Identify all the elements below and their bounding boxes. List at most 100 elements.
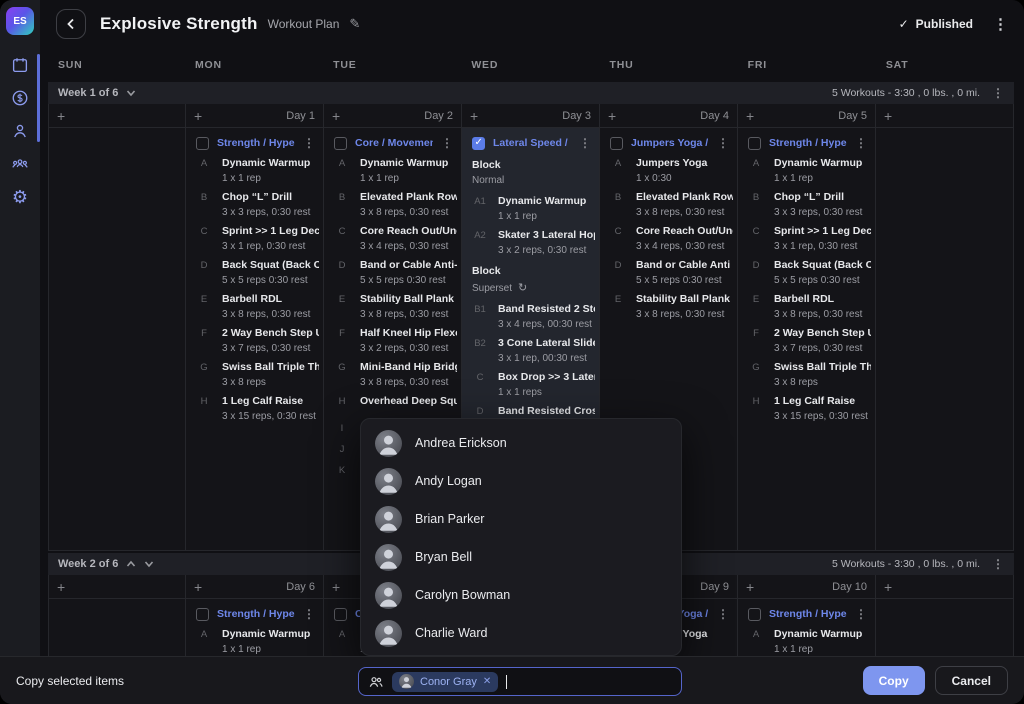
workout-checkbox[interactable]	[748, 137, 761, 150]
exercise-row[interactable]: ADynamic Warmup1 x 1 rep	[186, 157, 323, 184]
app-logo[interactable]: ES	[6, 7, 34, 35]
exercise-row[interactable]: BChop “L” Drill3 x 3 reps, 0:30 rest	[738, 191, 875, 218]
exercise-row[interactable]: H1 Leg Calf Raise3 x 15 reps, 0:30 rest	[186, 395, 323, 422]
selected-athlete-chip[interactable]: Conor Gray ✕	[392, 672, 498, 692]
exercise-row[interactable]: GMini-Band Hip Bridge w/ ...3 x 8 reps, …	[324, 361, 461, 388]
exercise-row[interactable]: DBack Squat (Back Off Set)5 x 5 reps 0:3…	[186, 259, 323, 286]
workout-card[interactable]: Strength / Hypertro... ⋮ ADynamic Warmup1 …	[738, 599, 875, 656]
exercise-row[interactable]: CCore Reach Out/Under3 x 4 reps, 0:30 re…	[600, 225, 737, 252]
copy-button[interactable]: Copy	[863, 666, 925, 695]
add-workout-button[interactable]: +	[884, 580, 892, 594]
workout-title[interactable]: Lateral Speed / Plyo	[493, 137, 571, 149]
exercise-row[interactable]: DBand or Cable Anti-Rotati...5 x 5 reps …	[324, 259, 461, 286]
workout-card[interactable]: Lateral Speed / Plyo⋮BlockNormalA1Dynami…	[462, 128, 599, 440]
athlete-list-item[interactable]: Charlie Ward	[361, 614, 681, 652]
exercise-row[interactable]: ADynamic Warmup1 x 1 rep	[186, 628, 323, 655]
kebab-menu-icon[interactable]: ⋮	[303, 136, 315, 150]
exercise-row[interactable]: AJumpers Yoga1 x 0:30	[600, 157, 737, 184]
add-workout-button[interactable]: +	[194, 109, 202, 123]
add-workout-button[interactable]: +	[746, 109, 754, 123]
athlete-list-item[interactable]: Andy Logan	[361, 462, 681, 500]
workout-checkbox[interactable]	[610, 137, 623, 150]
exercise-row[interactable]: A1Dynamic Warmup1 x 1 rep	[462, 195, 599, 222]
exercise-row[interactable]: F2 Way Bench Step Up3 x 7 reps, 0:30 res…	[738, 327, 875, 354]
add-workout-button[interactable]: +	[194, 580, 202, 594]
exercise-row[interactable]: CSprint >> 1 Leg Declarations3 x 1 rep, …	[186, 225, 323, 252]
week-1-menu-icon[interactable]: ⋮	[992, 86, 1004, 100]
workout-title[interactable]: Strength / Hypertro...	[769, 608, 847, 620]
nav-calendar-icon[interactable]	[9, 54, 31, 76]
kebab-menu-icon[interactable]: ⋮	[303, 607, 315, 621]
exercise-row[interactable]: A2Skater 3 Lateral Hops >> ...3 x 2 reps…	[462, 229, 599, 256]
add-workout-button[interactable]: +	[332, 109, 340, 123]
chevron-up-icon[interactable]	[126, 559, 136, 569]
exercise-row[interactable]: EStability Ball Plank Linear ...3 x 8 re…	[324, 293, 461, 320]
exercise-row[interactable]: ADynamic Warmup1 x 1 rep	[738, 157, 875, 184]
add-workout-button[interactable]: +	[57, 580, 65, 594]
athlete-list-item[interactable]: Brian Parker	[361, 500, 681, 538]
remove-chip-icon[interactable]: ✕	[483, 676, 491, 687]
exercise-row[interactable]: CBox Drop >> 3 Lateral H...1 x 1 reps	[462, 371, 599, 398]
workout-title[interactable]: Core / Movement Q...	[355, 137, 433, 149]
exercise-row[interactable]: B23 Cone Lateral Slide3 x 1 rep, 00:30 r…	[462, 337, 599, 364]
exercise-row[interactable]: EStability Ball Plank Linear ...3 x 8 re…	[600, 293, 737, 320]
exercise-row[interactable]: H1 Leg Calf Raise3 x 15 reps, 0:30 rest	[738, 395, 875, 422]
edit-pencil-icon[interactable]: ✎	[349, 16, 360, 32]
workout-card[interactable]: Strength / Hypertro... ⋮ ADynamic Warmup1 …	[186, 599, 323, 656]
workout-title[interactable]: Strength / Hypertro...	[217, 137, 295, 149]
kebab-menu-icon[interactable]: ⋮	[717, 136, 729, 150]
exercise-row[interactable]: BElevated Plank Row3 x 8 reps, 0:30 rest	[324, 191, 461, 218]
kebab-menu-icon[interactable]: ⋮	[441, 136, 453, 150]
workout-title[interactable]: Jumpers Yoga / Core	[631, 137, 709, 149]
exercise-row[interactable]: DBand or Cable Anti Rotati...5 x 5 reps …	[600, 259, 737, 286]
workout-checkbox[interactable]	[334, 608, 347, 621]
exercise-row[interactable]: ADynamic Warmup1 x 1 rep	[324, 157, 461, 184]
workout-card[interactable]: Strength / Hypertro... ⋮ ADynamic Warmup1 …	[738, 128, 875, 437]
workout-checkbox[interactable]	[472, 137, 485, 150]
add-workout-button[interactable]: +	[470, 109, 478, 123]
add-workout-button[interactable]: +	[57, 109, 65, 123]
nav-settings-icon[interactable]: ⚙	[9, 186, 31, 208]
athlete-list-item[interactable]: Andrea Erickson	[361, 424, 681, 462]
add-workout-button[interactable]: +	[608, 109, 616, 123]
exercise-row[interactable]: HOverhead Deep Squat Mo...	[324, 395, 461, 415]
exercise-row[interactable]: CCore Reach Out/Under3 x 4 reps, 0:30 re…	[324, 225, 461, 252]
exercise-row[interactable]: GSwiss Ball Triple Threat3 x 8 reps	[738, 361, 875, 388]
chevron-down-icon[interactable]	[126, 88, 136, 98]
week-2-menu-icon[interactable]: ⋮	[992, 557, 1004, 571]
nav-teams-icon[interactable]	[9, 153, 31, 175]
exercise-row[interactable]: BChop “L” Drill3 x 3 reps, 0:30 rest	[186, 191, 323, 218]
exercise-row[interactable]: B1Band Resisted 2 Step Late...3 x 4 reps…	[462, 303, 599, 330]
workout-title[interactable]: Strength / Hypertro...	[217, 608, 295, 620]
athlete-list-item[interactable]: Bryan Bell	[361, 538, 681, 576]
add-workout-button[interactable]: +	[884, 109, 892, 123]
back-button[interactable]	[56, 9, 86, 39]
add-workout-button[interactable]: +	[746, 580, 754, 594]
add-workout-button[interactable]: +	[332, 580, 340, 594]
exercise-row[interactable]: EBarbell RDL3 x 8 reps, 0:30 rest	[186, 293, 323, 320]
chevron-down-icon[interactable]	[144, 559, 154, 569]
exercise-row[interactable]: FHalf Kneel Hip Flexor Rais...3 x 2 reps…	[324, 327, 461, 354]
kebab-menu-icon[interactable]: ⋮	[855, 136, 867, 150]
athlete-search-input[interactable]: Conor Gray ✕	[358, 667, 682, 696]
kebab-menu-icon[interactable]: ⋮	[855, 607, 867, 621]
exercise-row[interactable]: ADynamic Warmup1 x 1 rep	[738, 628, 875, 655]
nav-athletes-icon[interactable]	[9, 120, 31, 142]
workout-checkbox[interactable]	[196, 608, 209, 621]
cancel-button[interactable]: Cancel	[935, 666, 1008, 695]
athlete-list-item[interactable]: Carolyn Bowman	[361, 576, 681, 614]
kebab-menu-icon[interactable]: ⋮	[579, 136, 591, 150]
workout-checkbox[interactable]	[748, 608, 761, 621]
workout-checkbox[interactable]	[334, 137, 347, 150]
exercise-row[interactable]: EBarbell RDL3 x 8 reps, 0:30 rest	[738, 293, 875, 320]
exercise-row[interactable]: BElevated Plank Row3 x 8 reps, 0:30 rest	[600, 191, 737, 218]
plan-menu-icon[interactable]: ⋮	[993, 15, 1008, 33]
workout-card[interactable]: Strength / Hypertro... ⋮ ADynamic Warmup1 …	[186, 128, 323, 437]
exercise-row[interactable]: CSprint >> 1 Leg Declarations3 x 1 rep, …	[738, 225, 875, 252]
kebab-menu-icon[interactable]: ⋮	[717, 607, 729, 621]
nav-billing-icon[interactable]	[9, 87, 31, 109]
workout-checkbox[interactable]	[196, 137, 209, 150]
workout-card[interactable]: Jumpers Yoga / Core ⋮ AJumpers Yoga1 x 0:3…	[600, 128, 737, 335]
workout-title[interactable]: Strength / Hypertro...	[769, 137, 847, 149]
exercise-row[interactable]: DBack Squat (Back Off Set)5 x 5 reps 0:3…	[738, 259, 875, 286]
